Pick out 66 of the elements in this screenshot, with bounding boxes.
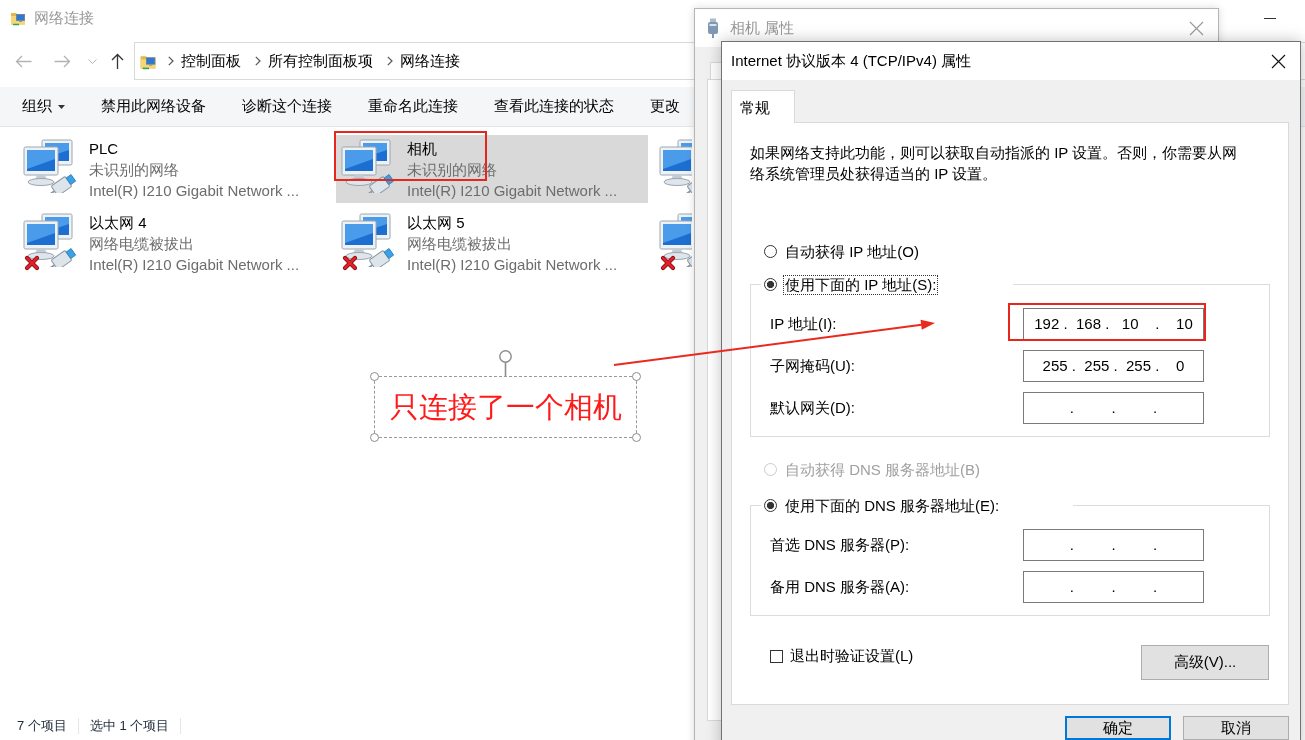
network-folder-icon bbox=[10, 10, 26, 26]
menu-button[interactable]: 组织 bbox=[4, 87, 83, 126]
adapter-name: Intel(R) I210 Gigabit Network ... bbox=[89, 254, 300, 275]
field-label: 子网掩码(U): bbox=[770, 356, 856, 376]
connection-status: 未识别的网络 bbox=[89, 159, 180, 180]
ip-address-field[interactable]: . . . bbox=[1023, 529, 1204, 561]
connection-status: 网络电缆被拔出 bbox=[407, 233, 513, 254]
connection-name: 以太网 4 bbox=[89, 212, 148, 233]
status-text: 选中 1 个项目 bbox=[89, 717, 170, 735]
window-title: 网络连接 bbox=[34, 8, 94, 28]
status-text: 7 个项目 bbox=[17, 717, 67, 735]
resize-handle[interactable] bbox=[632, 433, 641, 442]
option-label: 自动获得 DNS 服务器地址(B) bbox=[784, 459, 981, 480]
close-icon[interactable] bbox=[1271, 53, 1286, 69]
breadcrumb-item[interactable]: 控制面板 bbox=[178, 51, 244, 71]
dialog-title: 相机 属性 bbox=[730, 18, 795, 38]
chevron-right-icon[interactable] bbox=[255, 56, 261, 66]
ip-address-field[interactable]: 255 . 255 . 255 . 0 bbox=[1023, 350, 1204, 382]
command-button[interactable]: 查看此连接的状态 bbox=[476, 87, 632, 126]
option-label: 使用下面的 DNS 服务器地址(E): bbox=[784, 495, 1001, 516]
command-button[interactable]: 禁用此网络设备 bbox=[83, 87, 224, 126]
checkbox[interactable] bbox=[770, 650, 783, 663]
command-button[interactable]: 诊断这个连接 bbox=[224, 87, 350, 126]
breadcrumb-item[interactable]: 网络连接 bbox=[397, 51, 463, 71]
adapter-name: Intel(R) I210 Gigabit Network ... bbox=[407, 254, 618, 275]
up-arrow-icon[interactable] bbox=[111, 53, 124, 69]
resize-handle[interactable] bbox=[370, 372, 379, 381]
radio-button[interactable] bbox=[764, 245, 777, 258]
connection-name: 以太网 5 bbox=[407, 212, 466, 233]
checkbox-label: 退出时验证设置(L) bbox=[790, 647, 914, 666]
resize-handle[interactable] bbox=[632, 372, 641, 381]
adapter-name: Intel(R) I210 Gigabit Network ... bbox=[407, 180, 618, 201]
command-button[interactable]: 更改 bbox=[632, 87, 698, 126]
connection-item[interactable]: PLC 未识别的网络 Intel(R) I210 Gigabit Network ... bbox=[18, 135, 330, 203]
connection-item[interactable]: 以太网 4 网络电缆被拔出 Intel(R) I210 Gigabit Network ... bbox=[18, 209, 330, 277]
ip-address-field[interactable]: 192 . 168 . 10 . 10 bbox=[1023, 308, 1204, 340]
adapter-name: Intel(R) I210 Gigabit Network ... bbox=[89, 180, 300, 201]
radio-button[interactable] bbox=[764, 499, 777, 512]
field-label: 备用 DNS 服务器(A): bbox=[770, 577, 911, 597]
advanced-button[interactable]: 高级(V)... bbox=[1141, 645, 1269, 680]
breadcrumb-item[interactable]: 所有控制面板项 bbox=[265, 51, 376, 71]
field-label: 默认网关(D): bbox=[770, 398, 856, 418]
ip-address-field[interactable]: . . . bbox=[1023, 392, 1204, 424]
minimize-icon[interactable] bbox=[1264, 17, 1276, 19]
field-label: 首选 DNS 服务器(P): bbox=[770, 535, 911, 555]
plug-icon bbox=[707, 18, 719, 38]
dialog-title: Internet 协议版本 4 (TCP/IPv4) 属性 bbox=[731, 51, 972, 71]
resize-handle[interactable] bbox=[370, 433, 379, 442]
tab[interactable]: 常规 bbox=[731, 90, 795, 123]
annotation-text: 只连接了一个相机 bbox=[389, 390, 622, 425]
field-label: IP 地址(I): bbox=[770, 314, 838, 334]
chevron-right-icon[interactable] bbox=[168, 56, 174, 66]
connection-item[interactable]: 以太网 5 网络电缆被拔出 Intel(R) I210 Gigabit Network ... bbox=[336, 209, 648, 277]
dialog-button[interactable]: 取消 bbox=[1183, 716, 1289, 740]
ip-address-field[interactable]: . . . bbox=[1023, 571, 1204, 603]
connection-status: 网络电缆被拔出 bbox=[89, 233, 195, 254]
option-label: 使用下面的 IP 地址(S): bbox=[783, 274, 939, 295]
command-button[interactable]: 重命名此连接 bbox=[350, 87, 476, 126]
rotation-handle[interactable] bbox=[499, 350, 512, 376]
connection-name: PLC bbox=[89, 138, 120, 159]
description-text: 如果网络支持此功能，则可以获取自动指派的 IP 设置。否则，你需要从网络系统管理员处获得适当的 IP 设置。 bbox=[750, 143, 1239, 184]
option-label: 自动获得 IP 地址(O) bbox=[784, 241, 920, 262]
chevron-right-icon[interactable] bbox=[387, 56, 393, 66]
dialog-button[interactable]: 确定 bbox=[1065, 716, 1171, 740]
connection-name: 相机 bbox=[407, 138, 438, 159]
radio-button[interactable] bbox=[764, 278, 777, 291]
